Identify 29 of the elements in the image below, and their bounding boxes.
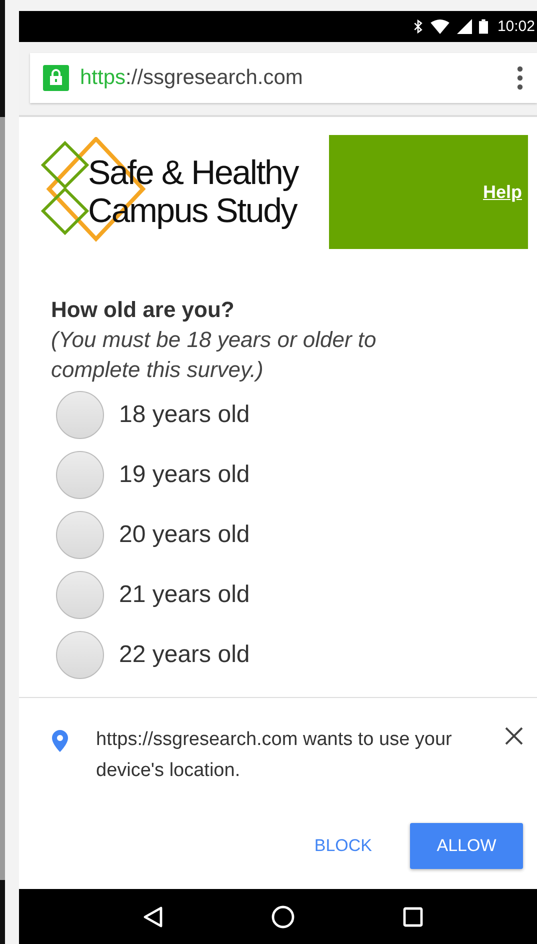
radio-button[interactable] bbox=[56, 571, 104, 619]
location-pin-icon bbox=[52, 730, 68, 752]
option-label: 19 years old bbox=[119, 461, 250, 489]
radio-button[interactable] bbox=[56, 451, 104, 499]
close-icon[interactable] bbox=[505, 727, 523, 745]
radio-button[interactable] bbox=[56, 511, 104, 559]
clock-time: 10:02 bbox=[497, 18, 535, 35]
url-text: https://ssgresearch.com bbox=[80, 66, 304, 90]
signal-icon bbox=[457, 19, 472, 34]
block-button[interactable]: BLOCK bbox=[314, 828, 372, 864]
option-label: 21 years old bbox=[119, 581, 250, 609]
question-note: (You must be 18 years or older to complete this survey.) bbox=[51, 326, 378, 384]
home-icon[interactable] bbox=[271, 904, 295, 928]
recents-icon[interactable] bbox=[403, 906, 423, 926]
option-label: 20 years old bbox=[119, 521, 250, 549]
radio-button[interactable] bbox=[56, 631, 104, 679]
question-title: How old are you? bbox=[51, 296, 236, 324]
option-label: 22 years old bbox=[119, 641, 250, 669]
permission-message: https://ssgresearch.com wants to use your device's location. bbox=[96, 728, 453, 783]
option-label: 18 years old bbox=[119, 401, 250, 429]
radio-button[interactable] bbox=[56, 391, 104, 439]
battery-icon bbox=[479, 19, 488, 34]
back-icon[interactable] bbox=[143, 906, 163, 928]
bluetooth-icon bbox=[413, 19, 424, 34]
allow-button[interactable]: ALLOW bbox=[410, 823, 523, 869]
help-link[interactable]: Help bbox=[482, 182, 522, 202]
wifi-icon bbox=[430, 19, 450, 34]
more-menu-icon[interactable] bbox=[517, 66, 523, 90]
address-bar[interactable]: https://ssgresearch.com bbox=[30, 53, 537, 103]
